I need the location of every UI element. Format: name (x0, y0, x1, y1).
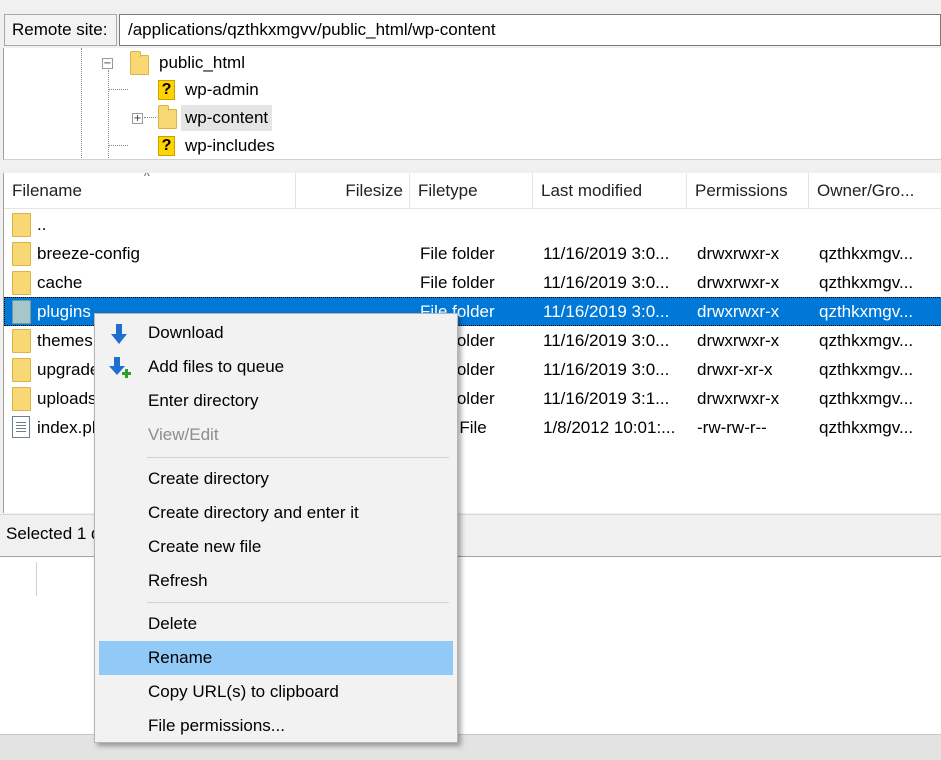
download-arrow-icon (111, 324, 127, 344)
file-owner: qzthkxmgv... (819, 331, 914, 350)
remote-site-path-input[interactable]: /applications/qzthkxmgvv/public_html/wp-… (119, 14, 941, 46)
folder-icon (12, 271, 31, 295)
file-owner: qzthkxmgv... (819, 418, 914, 437)
menu-item-label: Download (148, 323, 224, 342)
file-modified: 11/16/2019 3:0... (543, 273, 670, 292)
tree-item-label: public_html (159, 53, 245, 72)
tree-guide-line (81, 48, 82, 159)
file-permissions: drwxrwxr-x (697, 302, 780, 321)
file-owner: qzthkxmgv... (819, 302, 914, 321)
remote-site-label: Remote site: (4, 14, 117, 46)
menu-item-label: Refresh (148, 571, 208, 590)
file-owner: qzthkxmgv... (819, 273, 914, 292)
menu-item-label: Rename (148, 648, 213, 667)
column-header-filesize[interactable]: Filesize (296, 173, 410, 209)
file-modified: 11/16/2019 3:1... (543, 389, 670, 408)
file-modified: 1/8/2012 10:01:... (543, 418, 676, 437)
menu-item-label: Create directory (148, 469, 269, 488)
column-header-filename[interactable]: Filename (4, 173, 296, 209)
tree-guide-line (108, 70, 109, 159)
menu-item-rename[interactable]: Rename (99, 641, 453, 675)
file-owner: qzthkxmgv... (819, 244, 914, 263)
file-modified: 11/16/2019 3:0... (543, 302, 670, 321)
file-modified: 11/16/2019 3:0... (543, 360, 670, 379)
file-list-header: ^ Filename Filesize Filetype Last modifi… (4, 173, 941, 209)
column-header-last-modified[interactable]: Last modified (533, 173, 687, 209)
menu-item-enter-directory[interactable]: Enter directory (99, 384, 453, 418)
remote-directory-tree[interactable]: − public_html ? wp-admin + wp-content ? … (3, 48, 941, 160)
context-menu: Download Add files to queue Enter direct… (94, 313, 458, 743)
menu-item-label: File permissions... (148, 716, 285, 735)
menu-item-refresh[interactable]: Refresh (99, 564, 453, 598)
add-to-queue-icon (109, 357, 131, 378)
file-name: breeze-config (37, 244, 141, 263)
folder-icon (12, 329, 31, 353)
queue-column-divider (36, 562, 37, 596)
file-modified: 11/16/2019 3:0... (543, 331, 670, 350)
tree-item-wp-includes[interactable]: ? wp-includes (128, 133, 428, 159)
tree-item-label: wp-includes (185, 136, 275, 155)
menu-item-label: Create directory and enter it (148, 503, 359, 522)
file-name: .. (37, 215, 47, 234)
menu-item-label: Enter directory (148, 391, 259, 410)
menu-separator (147, 457, 449, 458)
file-owner: qzthkxmgv... (819, 360, 914, 379)
menu-item-label: View/Edit (148, 425, 219, 444)
menu-item-download[interactable]: Download (99, 316, 453, 350)
file-permissions: drwxr-xr-x (697, 360, 773, 379)
menu-item-delete[interactable]: Delete (99, 607, 453, 641)
menu-item-create-directory[interactable]: Create directory (99, 462, 453, 496)
menu-item-label: Create new file (148, 537, 262, 556)
file-owner: qzthkxmgv... (819, 389, 914, 408)
file-row-parent[interactable]: .. (4, 210, 941, 239)
menu-item-view-edit: View/Edit (99, 418, 453, 452)
folder-icon (12, 213, 31, 237)
file-permissions: -rw-rw-r-- (697, 418, 767, 437)
php-file-icon (12, 416, 30, 438)
file-type: File folder (420, 244, 495, 263)
menu-item-label: Delete (148, 614, 198, 633)
file-row[interactable]: cache File folder 11/16/2019 3:0... drwx… (4, 268, 941, 297)
file-type: File folder (420, 273, 495, 292)
column-header-owner[interactable]: Owner/Gro... (809, 173, 941, 209)
menu-item-add-to-queue[interactable]: Add files to queue (99, 350, 453, 384)
file-name: plugins (37, 302, 91, 321)
folder-icon (12, 300, 31, 324)
expand-icon[interactable]: + (132, 113, 143, 124)
tree-item-label: wp-content (181, 105, 273, 131)
unknown-folder-icon: ? (158, 136, 175, 156)
menu-separator (147, 602, 449, 603)
unknown-folder-icon: ? (158, 80, 175, 100)
file-row[interactable]: breeze-config File folder 11/16/2019 3:0… (4, 239, 941, 268)
folder-icon (12, 387, 31, 411)
folder-icon (12, 358, 31, 382)
tree-item-label: wp-admin (185, 80, 259, 99)
file-name: cache (37, 273, 83, 292)
menu-item-create-new-file[interactable]: Create new file (99, 530, 453, 564)
folder-icon (158, 105, 177, 129)
menu-item-label: Add files to queue (148, 357, 285, 376)
tree-item-wp-content[interactable]: + wp-content (128, 105, 428, 131)
tree-item-public-html[interactable]: − public_html (100, 50, 400, 76)
file-modified: 11/16/2019 3:0... (543, 244, 670, 263)
folder-icon (12, 242, 31, 266)
file-permissions: drwxrwxr-x (697, 273, 780, 292)
column-header-permissions[interactable]: Permissions (687, 173, 809, 209)
file-name: themes (37, 331, 93, 350)
file-permissions: drwxrwxr-x (697, 244, 780, 263)
menu-item-label: Copy URL(s) to clipboard (148, 682, 339, 701)
column-header-filetype[interactable]: Filetype (410, 173, 533, 209)
file-name: uploads (37, 389, 97, 408)
file-permissions: drwxrwxr-x (697, 331, 780, 350)
collapse-icon[interactable]: − (102, 58, 113, 69)
folder-icon (130, 51, 149, 75)
tree-guide-line (108, 145, 128, 146)
tree-guide-line (108, 89, 128, 90)
tree-item-wp-admin[interactable]: ? wp-admin (128, 77, 428, 103)
file-permissions: drwxrwxr-x (697, 389, 780, 408)
menu-item-file-permissions[interactable]: File permissions... (99, 709, 453, 743)
file-name: upgrade (37, 360, 100, 379)
menu-item-copy-url[interactable]: Copy URL(s) to clipboard (99, 675, 453, 709)
menu-item-create-directory-enter[interactable]: Create directory and enter it (99, 496, 453, 530)
